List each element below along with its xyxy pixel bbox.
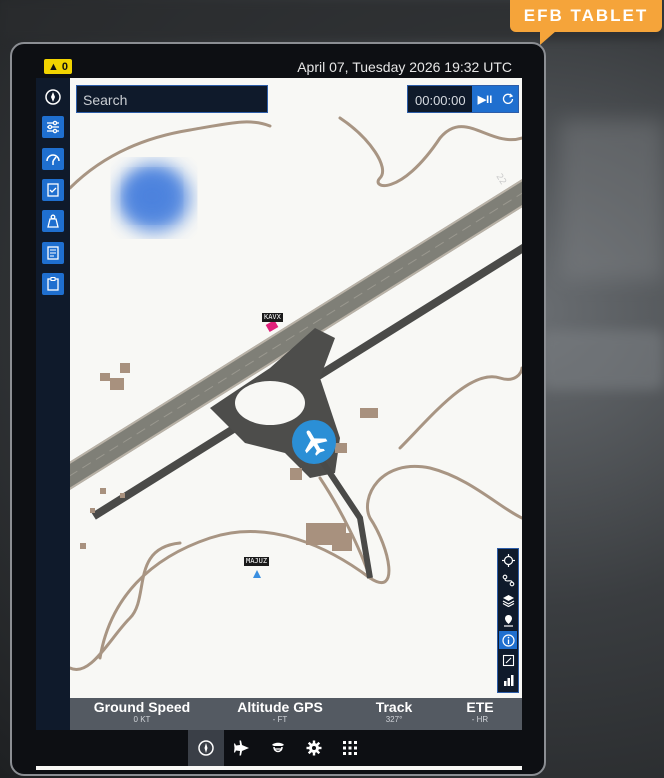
road-south-loop: [98, 464, 522, 660]
info-button[interactable]: [499, 631, 517, 649]
cockpit-background-panel: [560, 120, 664, 280]
alert-badge[interactable]: ▲ 0: [44, 59, 73, 74]
resize-icon: [502, 654, 514, 666]
pin-button[interactable]: [499, 611, 517, 629]
timer-display: 00:00:00: [415, 93, 466, 108]
nav-map[interactable]: [188, 730, 224, 766]
ground-speed-readout: Ground Speed 0 KT: [86, 700, 198, 725]
track-label: Track: [375, 699, 413, 715]
chart-icon: [503, 674, 513, 686]
ete-readout: ETE - HR: [454, 700, 506, 725]
weather-cell-core: [126, 172, 178, 220]
pilot-icon: [272, 742, 284, 753]
ete-value: - HR: [471, 715, 489, 724]
center-map-button[interactable]: [499, 551, 517, 569]
sidebar-item-weight[interactable]: [42, 210, 64, 232]
building: [360, 408, 378, 418]
ground-speed-label: Ground Speed: [93, 699, 191, 715]
apps-grid-icon: [343, 741, 357, 755]
track-value: 327°: [385, 715, 403, 724]
status-bar: ▲ 0 April 07, Tuesday 2026 19:32 UTC: [36, 56, 522, 78]
building: [100, 373, 110, 381]
altitude-label: Altitude GPS: [237, 699, 323, 715]
road-northeast: [338, 116, 522, 188]
sidebar-item-compass[interactable]: [42, 86, 64, 108]
building: [80, 543, 86, 549]
sidebar: [36, 78, 70, 730]
nav-settings[interactable]: [296, 730, 332, 766]
efb-tablet-badge: EFB TABLET: [510, 0, 662, 32]
play-pause-button[interactable]: ▶II: [472, 86, 498, 112]
map-toolbar: [497, 548, 519, 693]
sidebar-item-document[interactable]: [42, 242, 64, 264]
bottom-nav: [36, 730, 522, 766]
building: [120, 363, 130, 373]
checklist-icon: [47, 183, 59, 197]
airport-map[interactable]: 22: [70, 78, 522, 698]
alert-count: 0: [61, 60, 69, 73]
track-readout: Track 327°: [364, 700, 424, 725]
route-icon: [502, 574, 514, 586]
crosshair-icon: [501, 553, 515, 567]
sidebar-item-clipboard[interactable]: [42, 273, 64, 295]
search-input[interactable]: Search: [76, 85, 268, 113]
weight-icon: [47, 214, 59, 228]
nav-pilot[interactable]: [260, 730, 296, 766]
flight-info-bar: Ground Speed 0 KT Altitude GPS - FT Trac…: [70, 698, 522, 730]
apron-hole: [235, 381, 305, 425]
sidebar-item-settings[interactable]: [42, 116, 64, 138]
building: [120, 493, 125, 498]
cockpit-background-instrument: [540, 330, 664, 390]
ground-speed-value: 0 KT: [133, 715, 151, 724]
sidebar-item-checklist[interactable]: [42, 179, 64, 201]
ete-label: ETE: [466, 699, 494, 715]
waypoint-label[interactable]: MAJUZ: [244, 557, 270, 566]
flight-timer: 00:00:00 ▶II: [407, 85, 519, 113]
bell-icon: ▲: [48, 60, 59, 73]
building: [110, 378, 124, 390]
datetime-utc: April 07, Tuesday 2026 19:32 UTC: [297, 59, 512, 75]
pin-icon: [503, 614, 513, 627]
building: [332, 533, 352, 551]
building: [335, 443, 347, 453]
layers-icon: [502, 594, 514, 607]
efb-badge-tail: [540, 31, 556, 45]
runway-number: 22: [493, 172, 507, 186]
resize-button[interactable]: [499, 651, 517, 669]
nav-aircraft[interactable]: [224, 730, 260, 766]
compass-icon: [198, 740, 214, 756]
building: [290, 468, 302, 480]
sliders-icon: [47, 120, 59, 134]
route-button[interactable]: [499, 571, 517, 589]
play-pause-icon: ▶II: [477, 93, 493, 106]
map-graphics: 22: [70, 116, 522, 672]
road-southwest: [70, 541, 182, 672]
nav-apps[interactable]: [332, 730, 368, 766]
reset-timer-button[interactable]: [498, 86, 518, 112]
road-east: [398, 366, 522, 450]
airplane-icon: [234, 740, 249, 756]
layers-button[interactable]: [499, 591, 517, 609]
chart-button[interactable]: [499, 671, 517, 689]
airport-label[interactable]: KAVX: [262, 313, 283, 322]
altitude-readout: Altitude GPS - FT: [230, 700, 330, 725]
sidebar-item-performance[interactable]: [42, 148, 64, 170]
info-icon: [501, 633, 515, 647]
compass-icon: [45, 89, 61, 105]
building: [100, 488, 106, 494]
document-icon: [47, 246, 59, 260]
clipboard-icon: [47, 277, 59, 291]
waypoint-triangle: [253, 570, 261, 578]
building: [90, 508, 95, 513]
gauge-icon: [46, 154, 60, 165]
reset-icon: [502, 93, 514, 104]
altitude-value: - FT: [272, 715, 288, 724]
gear-icon: [306, 740, 322, 756]
